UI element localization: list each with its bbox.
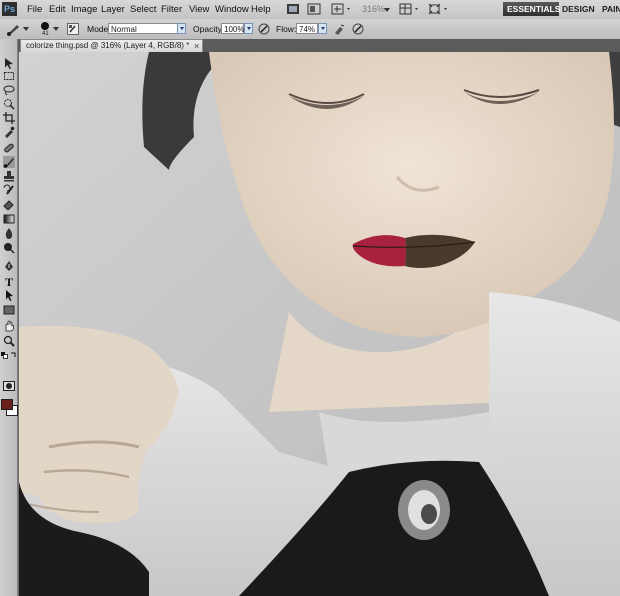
eyedropper-tool-icon[interactable] [3, 126, 15, 138]
document-tab[interactable]: colorize thing.psd @ 316% (Layer 4, RGB/… [20, 39, 203, 52]
clone-stamp-tool-icon[interactable] [3, 170, 15, 182]
document-tab-bar: colorize thing.psd @ 316% (Layer 4, RGB/… [18, 39, 620, 52]
eraser-tool-icon[interactable] [3, 198, 15, 210]
bridge-icon[interactable] [286, 3, 300, 15]
arrange-documents-icon[interactable] [399, 3, 421, 15]
flow-input[interactable]: 74% [296, 23, 318, 34]
blur-tool-icon[interactable] [3, 227, 15, 239]
hand-tool-icon[interactable] [3, 320, 15, 332]
foreground-color-swatch[interactable] [1, 399, 13, 410]
menu-file[interactable]: File [27, 4, 42, 15]
path-selection-tool-icon[interactable] [3, 289, 15, 301]
brush-size-dropdown-icon[interactable] [53, 26, 59, 32]
view-extras-icon[interactable] [331, 3, 353, 15]
canvas-area[interactable] [19, 52, 620, 596]
quick-selection-tool-icon[interactable] [3, 98, 15, 110]
menu-layer[interactable]: Layer [101, 4, 125, 15]
rectangle-tool-icon[interactable] [3, 304, 15, 316]
svg-text:T: T [5, 275, 13, 287]
brush-tool-icon[interactable] [3, 156, 15, 168]
lasso-tool-icon[interactable] [3, 84, 15, 96]
zoom-dropdown-icon[interactable] [383, 3, 391, 15]
brush-tip-icon[interactable] [40, 21, 50, 31]
mode-dropdown-icon[interactable] [177, 23, 186, 34]
menu-select[interactable]: Select [130, 4, 156, 15]
menu-bar: Ps File Edit Image Layer Select Filter V… [0, 0, 620, 20]
opacity-label: Opacity: [193, 24, 225, 34]
pressure-opacity-icon[interactable] [258, 23, 270, 35]
opacity-input[interactable]: 100% [221, 23, 244, 34]
marquee-tool-icon[interactable] [3, 70, 15, 82]
swap-colors-icon[interactable] [10, 351, 17, 358]
menu-image[interactable]: Image [71, 4, 97, 15]
default-colors-icon[interactable] [1, 352, 8, 359]
workspace-design[interactable]: DESIGN [558, 2, 599, 16]
quick-mask-mode-icon[interactable] [3, 380, 15, 392]
brush-size-readout: 41 [42, 31, 49, 37]
options-bar: 41 Mode: Normal Opacity: 100% Flow: 74% [0, 19, 620, 40]
flow-dropdown-icon[interactable] [318, 23, 327, 34]
crop-tool-icon[interactable] [3, 112, 15, 124]
type-tool-icon[interactable]: T [3, 275, 15, 287]
mini-bridge-icon[interactable] [307, 3, 321, 15]
move-tool-icon[interactable] [3, 57, 15, 69]
gradient-tool-icon[interactable] [3, 213, 15, 225]
menu-window[interactable]: Window [215, 4, 249, 15]
photoshop-logo: Ps [2, 2, 17, 16]
tools-panel: T [0, 39, 18, 596]
zoom-tool-icon[interactable] [3, 335, 15, 347]
dodge-tool-icon[interactable] [3, 242, 15, 254]
brush-preset-icon[interactable] [6, 22, 22, 36]
screen-mode-icon[interactable] [428, 3, 450, 15]
menu-edit[interactable]: Edit [49, 4, 65, 15]
menu-filter[interactable]: Filter [161, 4, 182, 15]
opacity-dropdown-icon[interactable] [244, 23, 253, 34]
airbrush-icon[interactable] [333, 23, 345, 35]
workspace-essentials[interactable]: ESSENTIALS [503, 2, 560, 16]
menu-view[interactable]: View [189, 4, 209, 15]
flow-label: Flow: [276, 24, 297, 34]
pressure-size-icon[interactable] [352, 23, 364, 35]
history-brush-tool-icon[interactable] [3, 184, 15, 196]
canvas-image [19, 52, 620, 596]
menu-help[interactable]: Help [251, 4, 271, 15]
brush-preset-dropdown-icon[interactable] [23, 26, 29, 32]
zoom-level[interactable]: 316% [362, 4, 385, 14]
pen-tool-icon[interactable] [3, 260, 15, 272]
mode-select[interactable]: Normal [108, 23, 178, 34]
document-tab-title: colorize thing.psd @ 316% (Layer 4, RGB/… [26, 41, 190, 50]
close-document-icon[interactable]: × [194, 41, 199, 51]
healing-brush-tool-icon[interactable] [3, 142, 15, 154]
workspace-paint[interactable]: PAINT [598, 2, 620, 16]
brush-panel-toggle-icon[interactable] [67, 23, 79, 35]
